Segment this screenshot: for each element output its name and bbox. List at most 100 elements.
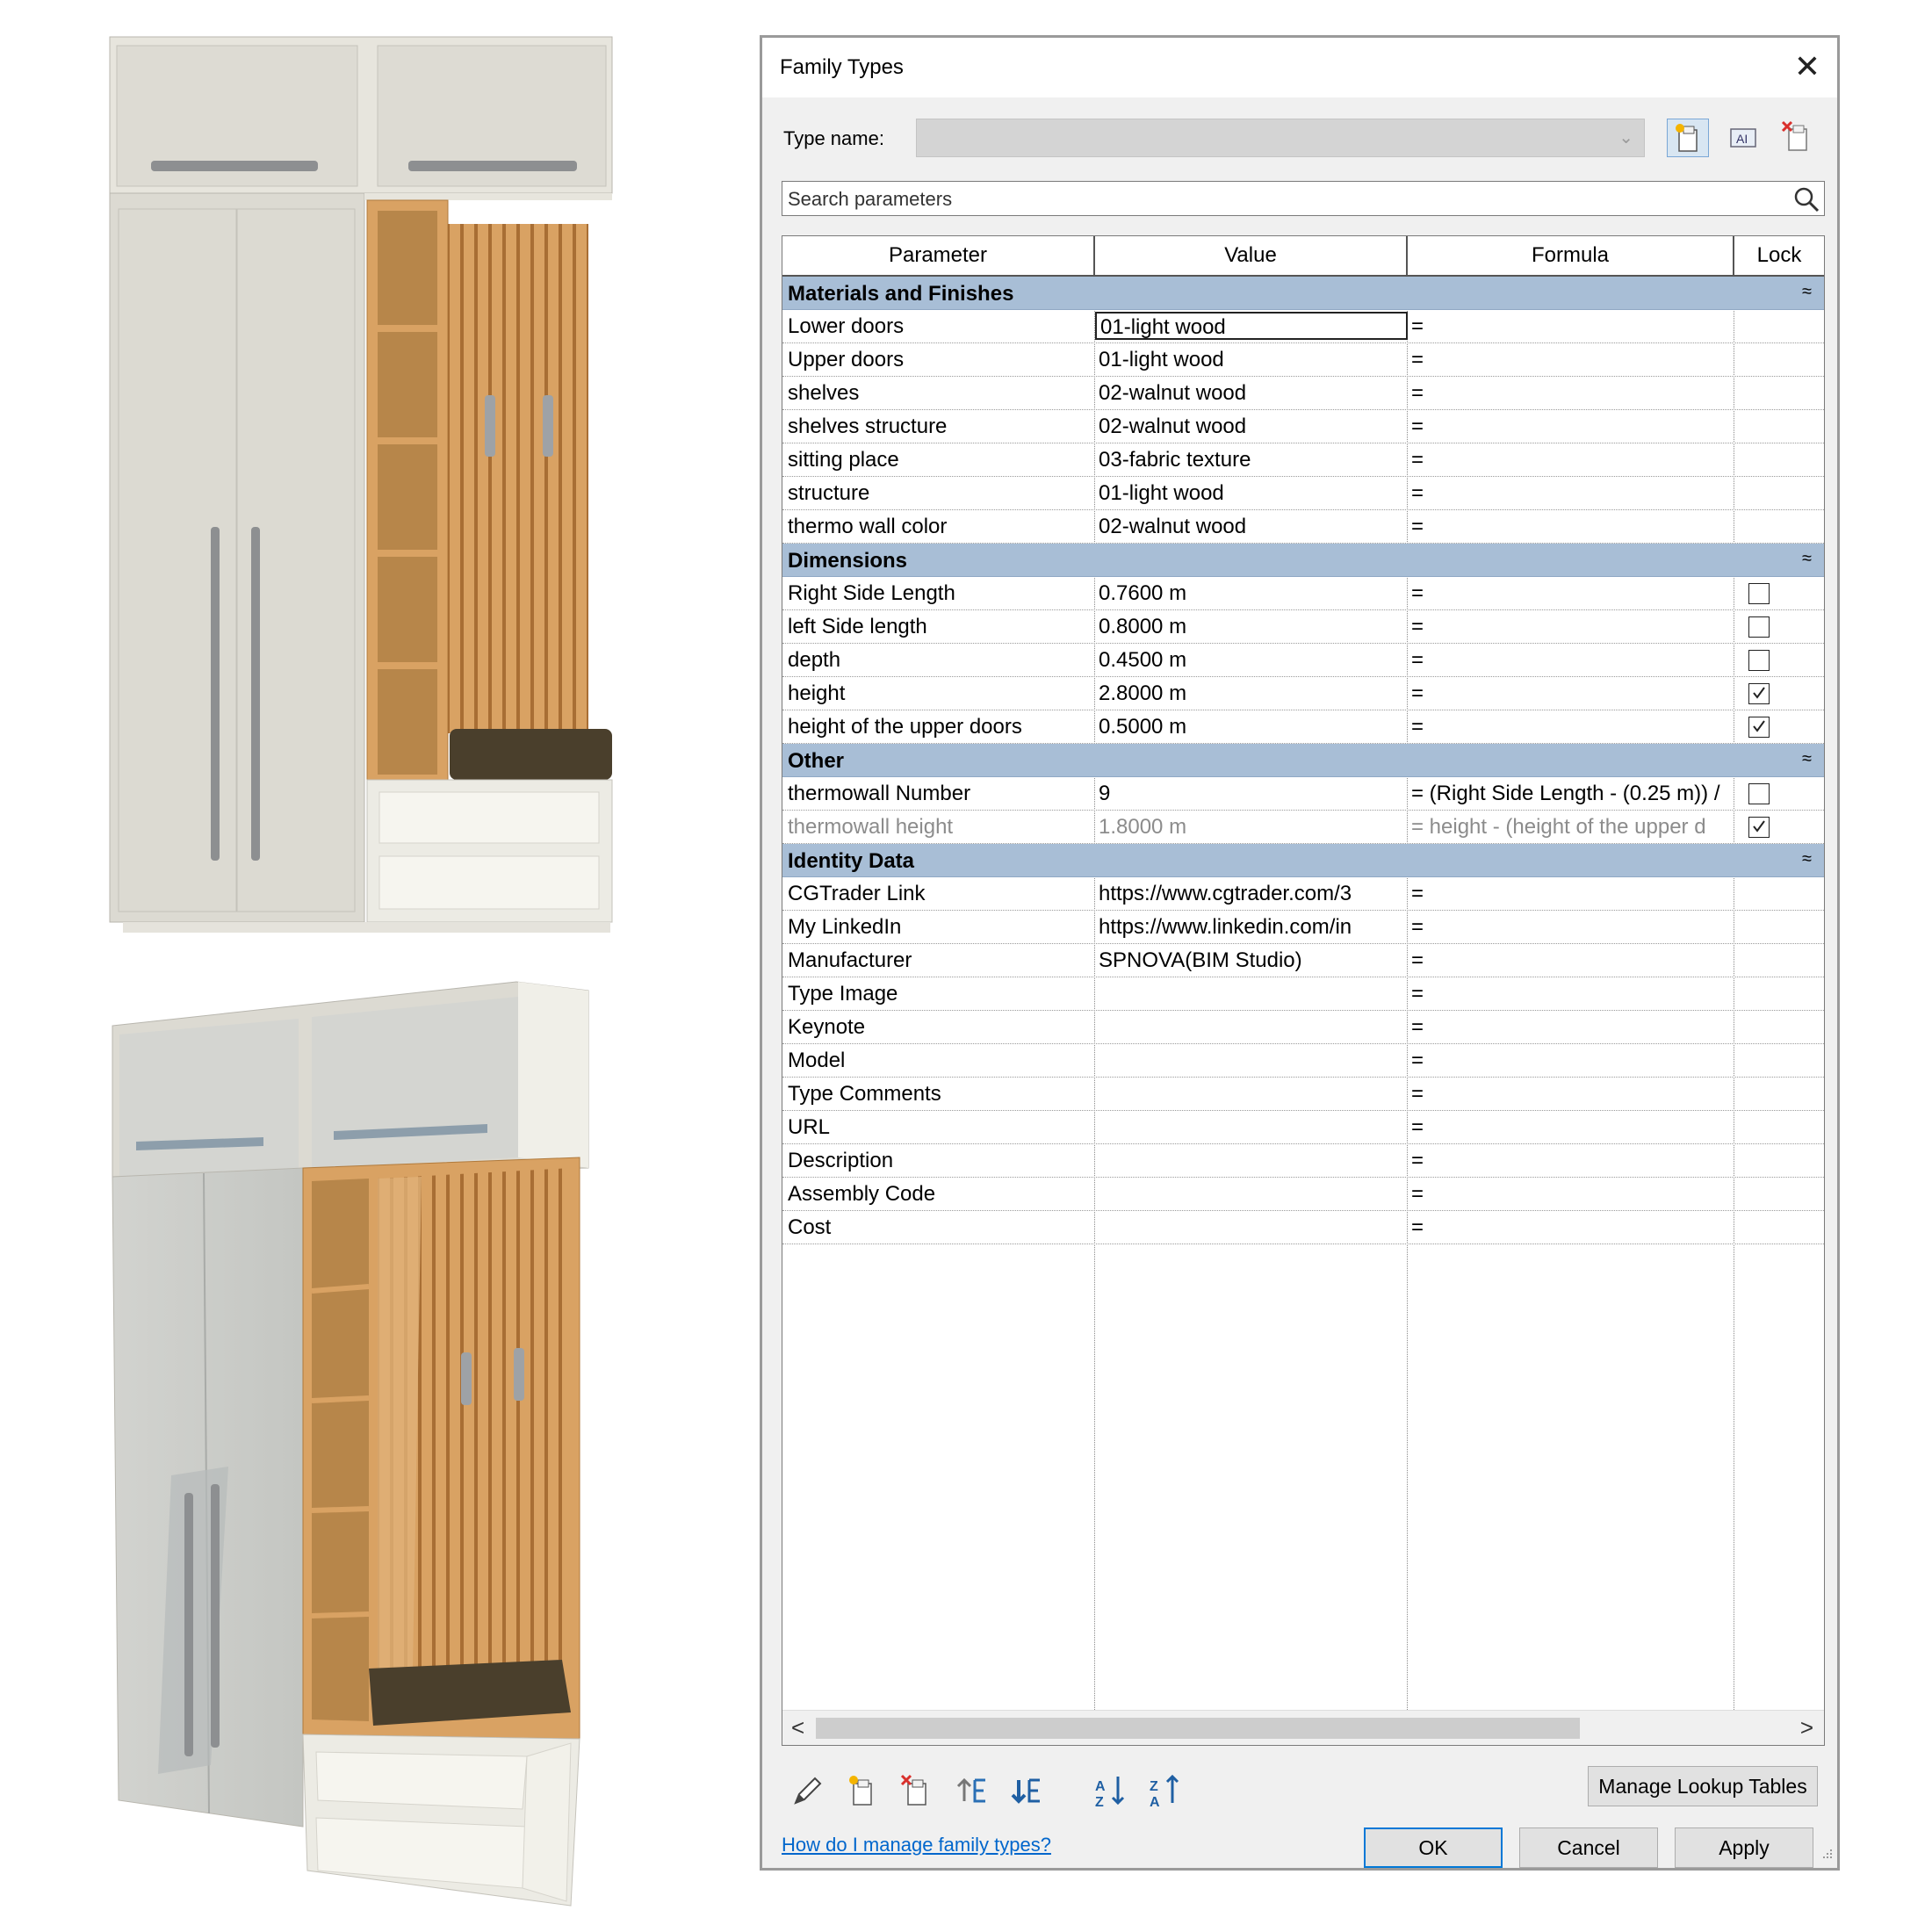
parameter-value[interactable]: 02-walnut wood <box>1099 510 1397 543</box>
search-input[interactable] <box>786 187 1755 212</box>
lock-checkbox[interactable] <box>1748 783 1770 804</box>
parameter-formula[interactable]: = <box>1411 377 1736 409</box>
parameter-formula[interactable]: = <box>1411 877 1736 910</box>
parameter-formula[interactable]: = <box>1411 310 1736 342</box>
parameter-row[interactable]: CGTrader Link https://www.cgtrader.com/3 = <box>782 877 1824 911</box>
parameter-value[interactable] <box>1099 1144 1397 1177</box>
parameter-formula[interactable]: = <box>1411 477 1736 509</box>
parameter-value[interactable] <box>1099 1078 1397 1110</box>
parameter-value[interactable] <box>1099 1178 1397 1210</box>
collapse-icon[interactable]: ≈ <box>1802 749 1812 769</box>
parameter-formula[interactable]: = <box>1411 710 1736 743</box>
parameter-row[interactable]: left Side length 0.8000 m = <box>782 610 1824 644</box>
parameter-formula[interactable]: = <box>1411 911 1736 943</box>
collapse-icon[interactable]: ≈ <box>1802 849 1812 869</box>
parameter-row[interactable]: Right Side Length 0.7600 m = <box>782 577 1824 610</box>
lock-checkbox[interactable] <box>1748 717 1770 738</box>
parameter-formula[interactable]: = <box>1411 510 1736 543</box>
parameter-formula[interactable]: = <box>1411 410 1736 443</box>
parameter-value[interactable] <box>1099 1111 1397 1143</box>
parameter-value[interactable]: 01-light wood <box>1099 343 1397 376</box>
parameter-row[interactable]: shelves structure 02-walnut wood = <box>782 410 1824 443</box>
parameter-value[interactable]: https://www.cgtrader.com/3 <box>1099 877 1397 910</box>
resize-grip-icon[interactable] <box>1820 1846 1834 1864</box>
parameter-formula[interactable]: = <box>1411 343 1736 376</box>
parameter-row[interactable]: Cost = <box>782 1211 1824 1244</box>
parameter-value[interactable]: SPNOVA(BIM Studio) <box>1099 944 1397 977</box>
column-header-lock[interactable]: Lock <box>1734 236 1824 275</box>
group-header[interactable]: Dimensions ≈ <box>782 544 1824 577</box>
parameter-value[interactable] <box>1099 1044 1397 1077</box>
parameter-value[interactable]: 0.4500 m <box>1099 644 1397 676</box>
parameter-formula[interactable]: = <box>1411 1211 1736 1244</box>
parameter-formula[interactable]: = height - (height of the upper d <box>1411 811 1736 843</box>
parameter-row[interactable]: Manufacturer SPNOVA(BIM Studio) = <box>782 944 1824 977</box>
parameter-row[interactable]: structure 01-light wood = <box>782 477 1824 510</box>
parameter-formula[interactable]: = <box>1411 977 1736 1010</box>
column-header-formula[interactable]: Formula <box>1408 236 1734 275</box>
parameter-value[interactable]: 03-fabric texture <box>1099 443 1397 476</box>
lock-checkbox[interactable] <box>1748 616 1770 638</box>
parameter-row[interactable]: depth 0.4500 m = <box>782 644 1824 677</box>
parameter-formula[interactable]: = <box>1411 1044 1736 1077</box>
parameter-value[interactable]: https://www.linkedin.com/in <box>1099 911 1397 943</box>
parameter-row[interactable]: URL = <box>782 1111 1824 1144</box>
parameter-row[interactable]: thermowall height 1.8000 m = height - (hei… <box>782 811 1824 844</box>
parameter-formula[interactable]: = <box>1411 1078 1736 1110</box>
collapse-icon[interactable]: ≈ <box>1802 282 1812 302</box>
parameter-formula[interactable]: = <box>1411 1111 1736 1143</box>
group-header[interactable]: Identity Data ≈ <box>782 844 1824 877</box>
rename-type-icon[interactable]: AI <box>1722 119 1764 157</box>
parameter-formula[interactable]: = <box>1411 443 1736 476</box>
parameter-value[interactable]: 01-light wood <box>1095 312 1408 340</box>
search-box[interactable] <box>782 181 1825 216</box>
group-header[interactable]: Materials and Finishes ≈ <box>782 277 1824 310</box>
parameter-row[interactable]: thermo wall color 02-walnut wood = <box>782 510 1824 544</box>
lock-checkbox[interactable] <box>1748 817 1770 838</box>
parameter-value[interactable] <box>1099 1211 1397 1244</box>
lock-checkbox[interactable] <box>1748 683 1770 704</box>
parameter-value[interactable] <box>1099 977 1397 1010</box>
parameter-formula[interactable]: = <box>1411 644 1736 676</box>
parameter-row[interactable]: shelves 02-walnut wood = <box>782 377 1824 410</box>
ok-button[interactable]: OK <box>1364 1827 1503 1868</box>
help-link[interactable]: How do I manage family types? <box>782 1834 1051 1856</box>
lock-checkbox[interactable] <box>1748 583 1770 604</box>
scroll-left-icon[interactable]: < <box>791 1714 804 1741</box>
scroll-right-icon[interactable]: > <box>1800 1714 1813 1741</box>
cancel-button[interactable]: Cancel <box>1519 1827 1658 1868</box>
move-down-icon[interactable] <box>1008 1771 1047 1810</box>
parameter-row[interactable]: Model = <box>782 1044 1824 1078</box>
close-button[interactable]: ✕ <box>1784 45 1830 90</box>
parameter-formula[interactable]: = <box>1411 1011 1736 1043</box>
group-header[interactable]: Other ≈ <box>782 744 1824 777</box>
parameter-row[interactable]: thermowall Number 9 = (Right Side Length -… <box>782 777 1824 811</box>
apply-button[interactable]: Apply <box>1675 1827 1813 1868</box>
parameter-formula[interactable]: = <box>1411 677 1736 710</box>
parameter-formula[interactable]: = <box>1411 610 1736 643</box>
scrollbar-thumb[interactable] <box>816 1718 1580 1739</box>
parameter-value[interactable] <box>1099 1011 1397 1043</box>
parameter-row[interactable]: Assembly Code = <box>782 1178 1824 1211</box>
parameter-value[interactable]: 1.8000 m <box>1099 811 1397 843</box>
parameter-row[interactable]: Type Comments = <box>782 1078 1824 1111</box>
parameter-formula[interactable]: = <box>1411 577 1736 609</box>
edit-parameter-icon[interactable] <box>789 1771 827 1810</box>
column-header-value[interactable]: Value <box>1095 236 1408 275</box>
parameter-formula[interactable]: = <box>1411 944 1736 977</box>
new-type-icon[interactable] <box>1667 119 1709 157</box>
parameter-row[interactable]: sitting place 03-fabric texture = <box>782 443 1824 477</box>
manage-lookup-tables-button[interactable]: Manage Lookup Tables <box>1588 1766 1818 1806</box>
parameter-value[interactable]: 0.8000 m <box>1099 610 1397 643</box>
type-name-dropdown[interactable]: ⌄ <box>916 119 1645 157</box>
parameter-row[interactable]: height of the upper doors 0.5000 m = <box>782 710 1824 744</box>
parameter-row[interactable]: Lower doors 01-light wood = <box>782 310 1824 343</box>
delete-type-icon[interactable] <box>1777 119 1820 157</box>
delete-parameter-icon[interactable] <box>898 1771 936 1810</box>
parameter-value[interactable]: 02-walnut wood <box>1099 377 1397 409</box>
parameter-formula[interactable]: = <box>1411 1144 1736 1177</box>
parameter-row[interactable]: height 2.8000 m = <box>782 677 1824 710</box>
parameter-value[interactable]: 0.7600 m <box>1099 577 1397 609</box>
parameter-row[interactable]: Type Image = <box>782 977 1824 1011</box>
parameter-formula[interactable]: = (Right Side Length - (0.25 m)) / <box>1411 777 1736 810</box>
